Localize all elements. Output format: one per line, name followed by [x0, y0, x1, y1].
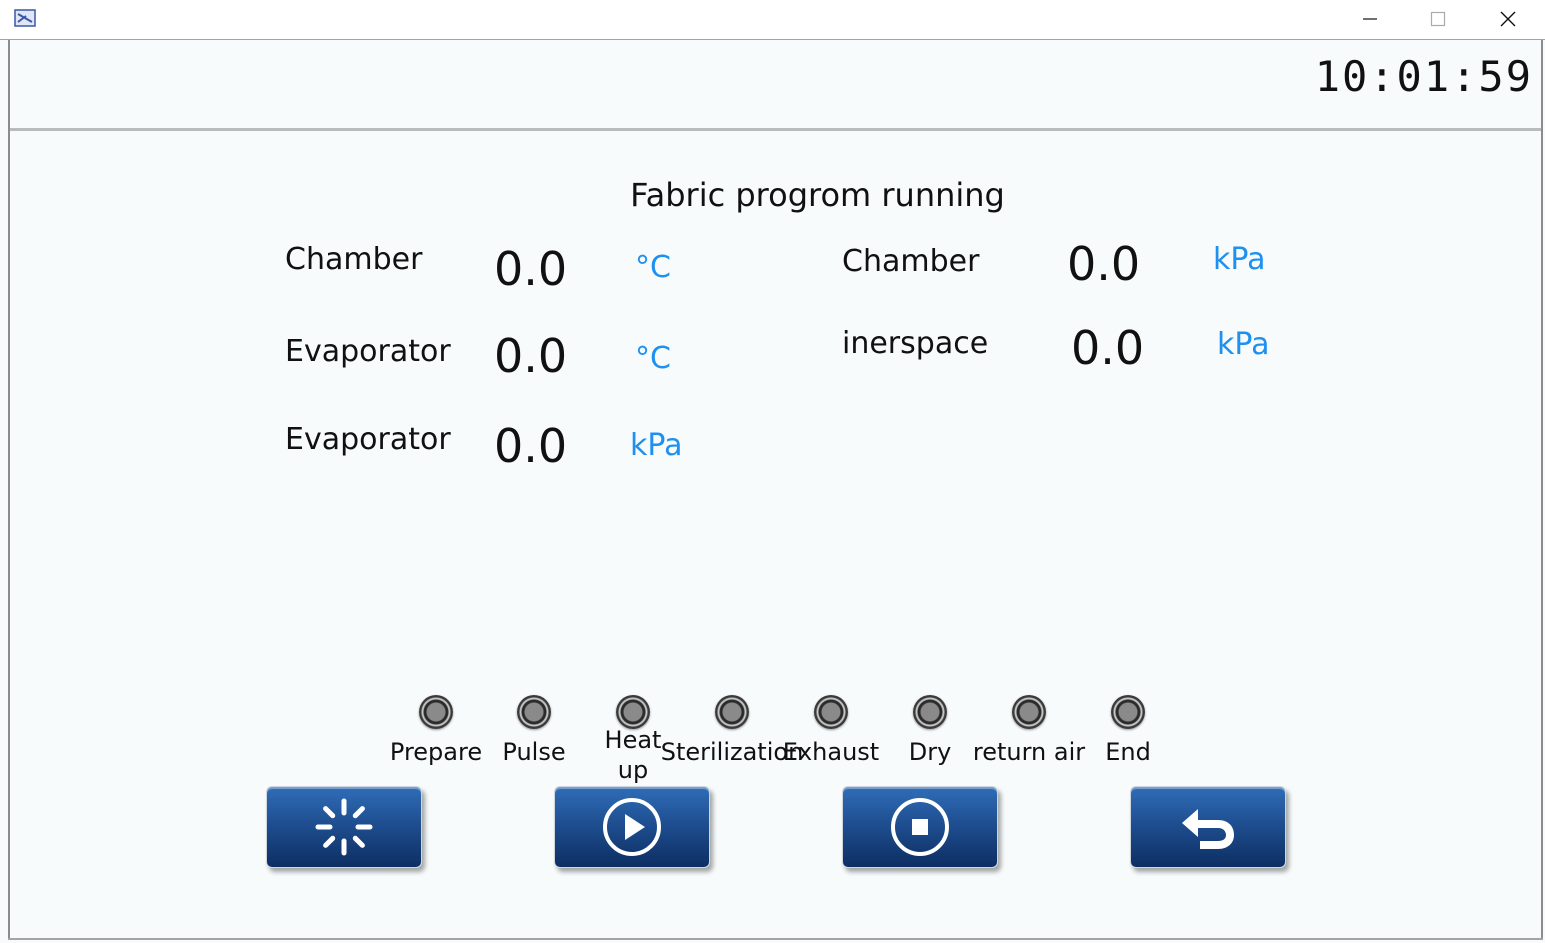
stop-icon [891, 798, 949, 856]
chamber-pressure-value: 0.0 [1067, 237, 1141, 291]
chamber-temp-unit: °C [635, 250, 671, 285]
status-indicator-icon [1111, 695, 1145, 729]
step-label: Pulse [502, 738, 566, 766]
maximize-button[interactable] [1408, 0, 1468, 38]
stop-button[interactable] [842, 786, 998, 868]
minimize-button[interactable] [1340, 0, 1400, 38]
clock: 10:01:59 [1314, 52, 1533, 101]
chamber-pressure-unit: kPa [1213, 242, 1266, 277]
chamber-temp-label: Chamber [285, 242, 423, 277]
evaporator-temp-unit: °C [635, 341, 671, 376]
status-indicator-icon [419, 695, 453, 729]
inerspace-pressure-value: 0.0 [1071, 321, 1145, 375]
maximize-icon [1430, 11, 1446, 27]
status-indicator-icon [1012, 695, 1046, 729]
status-indicator-icon [517, 695, 551, 729]
header-bar: 10:01:59 [10, 40, 1541, 131]
chamber-pressure-label: Chamber [842, 244, 980, 279]
step-label: End [1105, 738, 1151, 766]
chamber-temp-value: 0.0 [494, 242, 568, 296]
loading-icon [315, 798, 373, 856]
status-indicator-icon [616, 695, 650, 729]
window-frame-left [8, 40, 10, 940]
status-indicator-icon [715, 695, 749, 729]
title-bar [0, 0, 1545, 40]
evaporator-pressure-unit: kPa [630, 428, 683, 463]
close-button[interactable] [1478, 0, 1538, 38]
app-window: 10:01:59 Fabric progrom running Chamber … [0, 0, 1545, 943]
step-label: Prepare [389, 738, 483, 766]
start-button[interactable] [554, 786, 710, 868]
evaporator-pressure-value: 0.0 [494, 419, 568, 473]
status-indicator-icon [913, 695, 947, 729]
status-indicator-icon [814, 695, 848, 729]
loading-button[interactable] [266, 786, 422, 868]
step-end: End [1068, 695, 1188, 767]
window-frame-bottom [8, 938, 1543, 940]
back-arrow-icon [1182, 809, 1234, 849]
close-icon [1500, 11, 1516, 27]
evaporator-temp-label: Evaporator [285, 334, 451, 369]
window-frame-right [1541, 40, 1543, 940]
page-title: Fabric progrom running [630, 176, 1005, 214]
minimize-icon [1363, 18, 1377, 20]
app-icon [14, 9, 36, 27]
evaporator-temp-value: 0.0 [494, 329, 568, 383]
step-label: Dry [908, 738, 952, 766]
play-icon [603, 798, 661, 856]
inerspace-pressure-unit: kPa [1217, 327, 1270, 362]
step-label: Exhaust [782, 738, 880, 766]
inerspace-pressure-label: inerspace [842, 326, 989, 361]
back-button[interactable] [1130, 786, 1286, 868]
evaporator-pressure-label: Evaporator [285, 422, 451, 457]
step-label: Heat up [604, 726, 662, 784]
